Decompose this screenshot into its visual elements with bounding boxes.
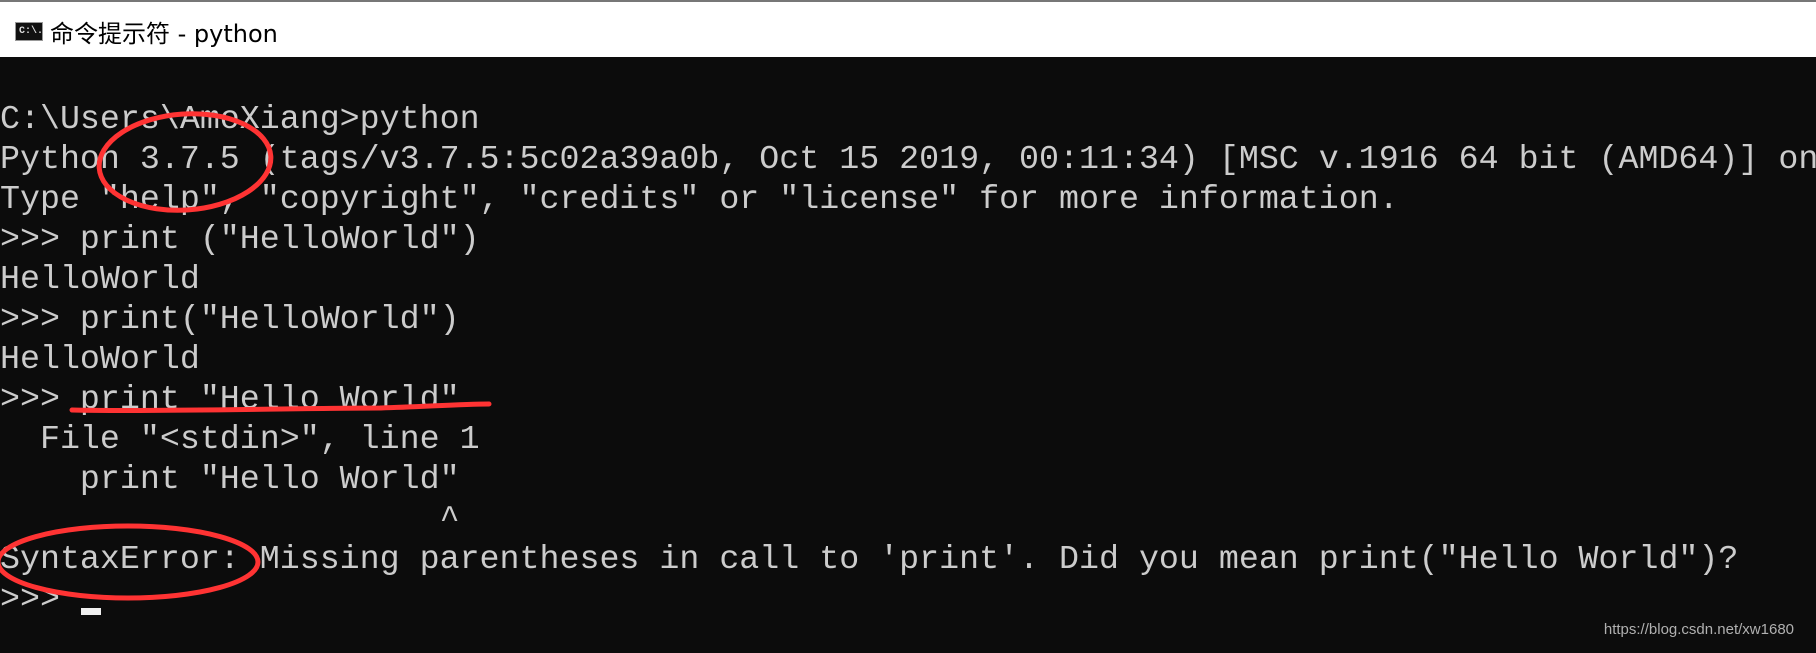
version-highlight-ellipse — [96, 111, 274, 213]
annotation-layer — [0, 111, 492, 601]
syntax-error-highlight-ellipse — [0, 523, 261, 601]
print-underline — [69, 401, 492, 414]
watermark: https://blog.csdn.net/xw1680 — [1603, 621, 1794, 638]
